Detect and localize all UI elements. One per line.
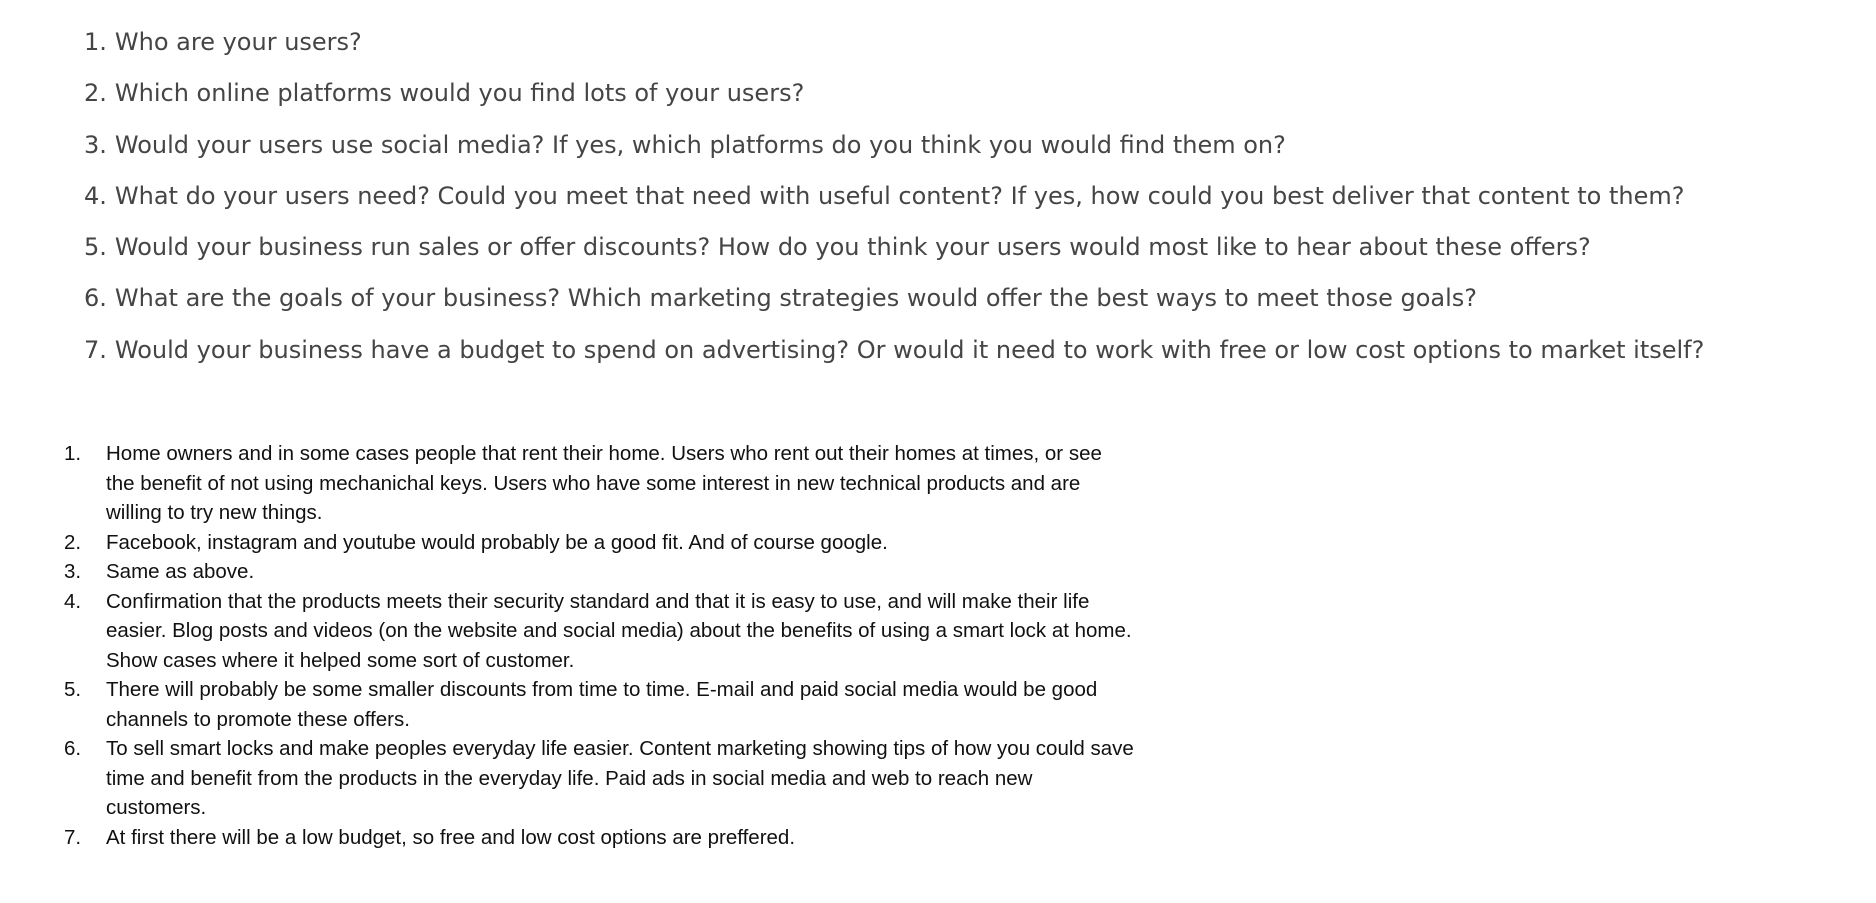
answer-text: Home owners and in some cases people tha… (106, 442, 1102, 524)
question-text: Who are your users? (114, 28, 362, 56)
question-text: Would your users use social media? If ye… (114, 130, 1286, 159)
answer-number: 5. (64, 678, 82, 701)
question-number: 2. (84, 79, 107, 108)
question-text: Would your business have a budget to spe… (114, 335, 1705, 364)
question-item-3: 3. Would your users use social media? If … (84, 125, 1864, 176)
answer-number: 6. (64, 737, 82, 760)
answer-number: 3. (64, 560, 82, 583)
question-number: 6. (84, 284, 107, 313)
answer-item-1: 1. Home owners and in some cases people t… (64, 439, 1144, 528)
answer-text: Confirmation that the products meets the… (106, 589, 1132, 672)
question-number: 3. (84, 130, 107, 159)
question-item-4: 4. What do your users need? Could you mee… (84, 176, 1864, 227)
question-item-1: 1. Who are your users? (84, 22, 1864, 73)
answer-text: Facebook, instagram and youtube would pr… (106, 530, 888, 554)
answer-number: 2. (64, 530, 82, 554)
answer-text: There will probably be some smaller disc… (106, 678, 1098, 731)
question-number: 4. (84, 181, 107, 210)
answer-item-6: 6. To sell smart locks and make peoples e… (64, 734, 1144, 823)
question-text: What do your users need? Could you meet … (114, 181, 1685, 210)
question-text: Would your business run sales or offer d… (114, 233, 1591, 262)
answers-list: 1. Home owners and in some cases people t… (64, 439, 1144, 852)
answer-text: Same as above. (106, 560, 255, 583)
answer-item-4: 4. Confirmation that the products meets t… (64, 587, 1144, 676)
answer-number: 1. (64, 442, 82, 465)
question-text: Which online platforms would you find lo… (114, 79, 805, 108)
answer-item-7: 7. At first there will be a low budget, s… (64, 823, 1144, 853)
question-item-2: 2. Which online platforms would you find … (84, 73, 1864, 124)
question-item-6: 6. What are the goals of your business? W… (84, 278, 1864, 329)
question-number: 7. (84, 335, 107, 364)
questions-list: 1. Who are your users? 2. Which online pla… (84, 22, 1864, 381)
answer-number: 7. (64, 825, 82, 849)
question-number: 1. (84, 28, 107, 56)
answer-text: To sell smart locks and make peoples eve… (106, 737, 1134, 819)
question-number: 5. (84, 233, 107, 262)
answer-number: 4. (64, 589, 82, 613)
question-text: What are the goals of your business? Whi… (114, 284, 1477, 313)
answer-text: At first there will be a low budget, so … (106, 825, 796, 849)
answer-item-2: 2. Facebook, instagram and youtube would … (64, 528, 1144, 558)
answer-item-5: 5. There will probably be some smaller di… (64, 675, 1144, 734)
answer-item-3: 3. Same as above. (64, 557, 1144, 587)
question-item-7: 7. Would your business have a budget to s… (84, 330, 1864, 381)
question-item-5: 5. Would your business run sales or offer… (84, 227, 1864, 278)
